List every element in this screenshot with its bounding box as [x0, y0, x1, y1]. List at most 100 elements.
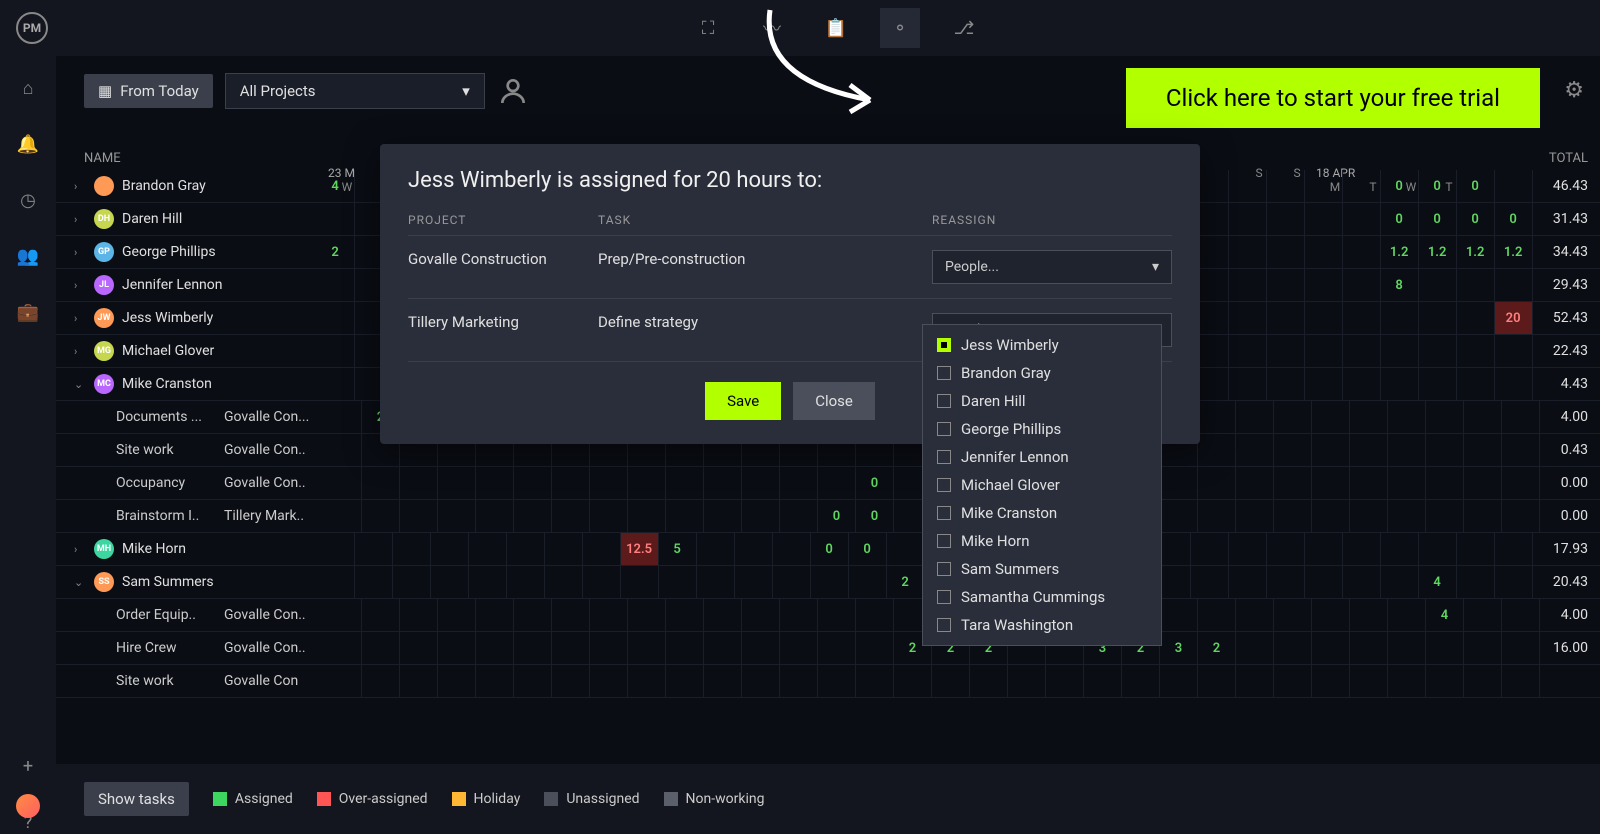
hour-cell[interactable]: [1457, 533, 1495, 565]
hour-cell[interactable]: [1198, 665, 1236, 697]
hour-cell[interactable]: [1267, 236, 1305, 268]
hour-cell[interactable]: 0: [856, 500, 894, 532]
hour-cell[interactable]: [400, 665, 438, 697]
hour-cell[interactable]: [1343, 566, 1381, 598]
hour-cell[interactable]: [514, 467, 552, 499]
hour-cell[interactable]: [431, 533, 469, 565]
hour-cell[interactable]: [666, 500, 704, 532]
checkbox[interactable]: [937, 590, 951, 604]
close-button[interactable]: Close: [793, 382, 875, 420]
hour-cell[interactable]: [970, 665, 1008, 697]
expand-chevron-icon[interactable]: ›: [74, 180, 86, 193]
hour-cell[interactable]: 20: [1495, 302, 1533, 334]
hour-cell[interactable]: [1267, 566, 1305, 598]
hour-cell[interactable]: [1191, 533, 1229, 565]
hour-cell[interactable]: 2: [887, 566, 925, 598]
hour-cell[interactable]: [1426, 401, 1464, 433]
hour-cell[interactable]: 0: [849, 533, 887, 565]
hour-cell[interactable]: [1274, 632, 1312, 664]
hour-cell[interactable]: 4: [1426, 599, 1464, 631]
hour-cell[interactable]: [628, 632, 666, 664]
hour-cell[interactable]: [1160, 500, 1198, 532]
hour-cell[interactable]: [1305, 302, 1343, 334]
briefcase-icon[interactable]: 💼: [16, 300, 40, 324]
hour-cell[interactable]: [393, 533, 431, 565]
hour-cell[interactable]: [1350, 500, 1388, 532]
hour-cell[interactable]: [324, 599, 362, 631]
hour-cell[interactable]: 2: [1198, 632, 1236, 664]
hour-cell[interactable]: [1464, 599, 1502, 631]
cta-banner[interactable]: Click here to start your free trial: [1126, 68, 1540, 128]
hour-cell[interactable]: [1198, 467, 1236, 499]
hour-cell[interactable]: [1350, 467, 1388, 499]
hour-cell[interactable]: [1495, 368, 1533, 400]
expand-chevron-icon[interactable]: ›: [74, 345, 86, 358]
hour-cell[interactable]: [1191, 566, 1229, 598]
hour-cell[interactable]: 4: [1419, 566, 1457, 598]
hour-cell[interactable]: [1343, 302, 1381, 334]
home-icon[interactable]: ⌂: [16, 76, 40, 100]
reassign-select[interactable]: People...▾: [932, 250, 1172, 284]
hour-cell[interactable]: [818, 632, 856, 664]
hour-cell[interactable]: [704, 632, 742, 664]
hour-cell[interactable]: [742, 665, 780, 697]
hour-cell[interactable]: 3: [1160, 632, 1198, 664]
checkbox[interactable]: [937, 506, 951, 520]
checkbox[interactable]: [937, 450, 951, 464]
hour-cell[interactable]: [773, 533, 811, 565]
hour-cell[interactable]: [317, 269, 355, 301]
people-dropdown-menu[interactable]: Jess WimberlyBrandon GrayDaren HillGeorg…: [922, 324, 1162, 646]
hour-cell[interactable]: [1312, 599, 1350, 631]
hour-cell[interactable]: [1388, 665, 1426, 697]
add-icon[interactable]: +: [16, 754, 40, 778]
expand-chevron-icon[interactable]: ›: [74, 312, 86, 325]
hour-cell[interactable]: [1236, 665, 1274, 697]
hour-cell[interactable]: [659, 566, 697, 598]
hour-cell[interactable]: [507, 533, 545, 565]
hour-cell[interactable]: [317, 203, 355, 235]
hour-cell[interactable]: [590, 467, 628, 499]
hour-cell[interactable]: [1495, 335, 1533, 367]
hour-cell[interactable]: [1464, 467, 1502, 499]
hour-cell[interactable]: [1464, 665, 1502, 697]
hour-cell[interactable]: 8: [1381, 269, 1419, 301]
task-name[interactable]: Brainstorm I..: [56, 508, 216, 524]
hour-cell[interactable]: [1457, 302, 1495, 334]
hour-cell[interactable]: 0: [1457, 203, 1495, 235]
hour-cell[interactable]: [400, 500, 438, 532]
hour-cell[interactable]: [1464, 434, 1502, 466]
hour-cell[interactable]: [742, 599, 780, 631]
hour-cell[interactable]: [1305, 368, 1343, 400]
expand-chevron-icon[interactable]: ›: [74, 246, 86, 259]
person-name-cell[interactable]: ⌄MCMike Cranston: [56, 374, 317, 394]
hour-cell[interactable]: [1267, 533, 1305, 565]
hour-cell[interactable]: [704, 599, 742, 631]
hour-cell[interactable]: [1312, 467, 1350, 499]
hour-cell[interactable]: [1312, 632, 1350, 664]
hour-cell[interactable]: [1502, 632, 1540, 664]
hour-cell[interactable]: [362, 632, 400, 664]
hour-cell[interactable]: [1198, 401, 1236, 433]
hour-cell[interactable]: 0: [1419, 170, 1457, 202]
task-name[interactable]: Site work: [56, 442, 216, 458]
hour-cell[interactable]: [355, 566, 393, 598]
task-name[interactable]: Hire Crew: [56, 640, 216, 656]
hour-cell[interactable]: 5: [659, 533, 697, 565]
hour-cell[interactable]: [932, 665, 970, 697]
gear-icon[interactable]: ⚙: [1564, 78, 1584, 103]
hour-cell[interactable]: [1388, 401, 1426, 433]
hour-cell[interactable]: [476, 467, 514, 499]
people-option[interactable]: Michael Glover: [923, 471, 1161, 499]
hour-cell[interactable]: [780, 599, 818, 631]
person-icon[interactable]: [497, 75, 529, 107]
hour-cell[interactable]: [697, 566, 735, 598]
hour-cell[interactable]: [811, 566, 849, 598]
hour-cell[interactable]: [400, 467, 438, 499]
hour-cell[interactable]: [856, 632, 894, 664]
hour-cell[interactable]: 0: [1419, 203, 1457, 235]
hour-cell[interactable]: [400, 632, 438, 664]
hour-cell[interactable]: [1274, 500, 1312, 532]
hour-cell[interactable]: [1229, 269, 1267, 301]
hour-cell[interactable]: [1495, 269, 1533, 301]
hour-cell[interactable]: [1381, 566, 1419, 598]
